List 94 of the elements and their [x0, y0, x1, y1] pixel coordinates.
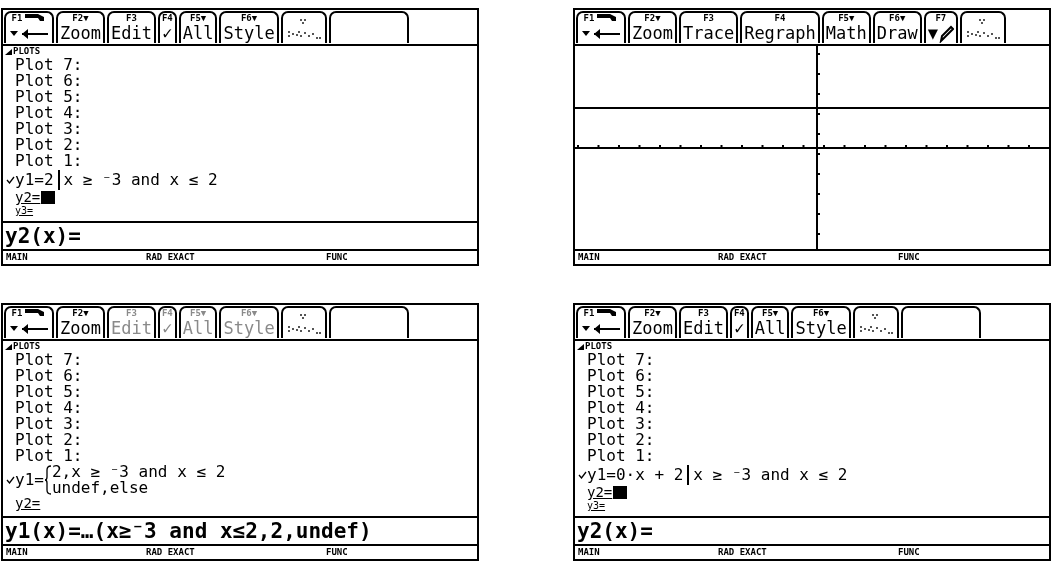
plot-entry[interactable]: Plot 3:: [5, 416, 477, 432]
menu-tab[interactable]: F5▼ Math: [821, 11, 871, 43]
menu-tab[interactable]: F2▼ Zoom: [628, 11, 677, 43]
status-text: MAIN: [578, 546, 601, 559]
empty-tab[interactable]: [328, 11, 409, 43]
empty-tab[interactable]: [328, 306, 409, 338]
status-text: RAD EXACT: [146, 251, 196, 264]
menu-tab[interactable]: F6▼ Draw: [872, 11, 922, 43]
section-heading: PLOTS: [585, 341, 613, 352]
menu-tab[interactable]: F2▼ Zoom: [628, 306, 677, 338]
triangle-icon: [5, 48, 12, 55]
plot-entry[interactable]: Plot 7:: [5, 57, 477, 73]
plot-entry[interactable]: Plot 7:: [577, 352, 1049, 368]
status-text: FUNC: [898, 546, 921, 559]
plot-entry[interactable]: Plot 5:: [5, 384, 477, 400]
tools-tab[interactable]: F1: [576, 11, 626, 43]
function-condition: x ≥ ⁻3 and x ≤ 2: [63, 169, 218, 190]
dotted-pattern-icon: [964, 17, 1001, 41]
menu-tab[interactable]: F6▼ Style: [791, 306, 851, 338]
down-left-arrow-icon: [580, 28, 622, 40]
function-condition: x ≥ ⁻3 and x ≤ 2: [693, 464, 848, 485]
plot-entry[interactable]: Plot 4:: [5, 105, 477, 121]
function-name[interactable]: y2=: [15, 496, 41, 511]
function-expression: 2: [43, 169, 54, 190]
function-name[interactable]: y2=: [15, 190, 41, 205]
plot-entry[interactable]: Plot 4:: [5, 400, 477, 416]
entry-line[interactable]: y1(x)=…(x≥⁻3 and x≤2,2,undef): [3, 516, 477, 544]
tools-tab[interactable]: F1: [576, 306, 626, 338]
plot-entry[interactable]: Plot 1:: [5, 448, 477, 464]
plot-entry[interactable]: Plot 5:: [5, 89, 477, 105]
tools-tab[interactable]: F1: [4, 306, 54, 338]
plot-entry[interactable]: Plot 6:: [5, 368, 477, 384]
plot-entry[interactable]: Plot 6:: [5, 73, 477, 89]
plot-entry[interactable]: Plot 2:: [577, 432, 1049, 448]
piecewise-case: undef,else: [51, 480, 150, 496]
menu-tab[interactable]: F3 Trace: [678, 11, 739, 43]
menu-tab[interactable]: F5▼ All: [750, 306, 790, 338]
down-left-arrow-icon: [8, 323, 50, 335]
pencil-icon: [937, 24, 954, 43]
plot-entry[interactable]: Plot 3:: [577, 416, 1049, 432]
plot-entry[interactable]: Plot 7:: [5, 352, 477, 368]
menu-tab[interactable]: F3 Edit: [106, 11, 156, 43]
draw-tool-tab[interactable]: F7 ▼: [923, 11, 958, 43]
function-name[interactable]: y1=: [15, 470, 44, 490]
plot-entry[interactable]: Plot 5:: [577, 384, 1049, 400]
menu-tab[interactable]: F3 Edit: [678, 306, 728, 338]
curly-brace-icon: [43, 465, 52, 495]
menu-tab[interactable]: F6▼ Style: [219, 11, 279, 43]
function-name[interactable]: y3=: [15, 205, 34, 216]
section-heading: PLOTS: [13, 341, 41, 352]
status-text: FUNC: [326, 251, 349, 264]
dotted-pattern-icon: [285, 17, 322, 41]
entry-line[interactable]: y2(x)=: [3, 221, 477, 249]
plot-entry[interactable]: Plot 1:: [5, 153, 477, 169]
function-expression: 0·x + 2: [615, 464, 684, 485]
function-name[interactable]: y1=: [587, 464, 616, 485]
plot-entry[interactable]: Plot 3:: [5, 121, 477, 137]
piecewise-case: 2,x ≥ ⁻3 and x ≤ 2: [51, 464, 226, 480]
down-left-arrow-icon: [580, 323, 622, 335]
status-text: FUNC: [326, 546, 349, 559]
function-name[interactable]: y2=: [587, 485, 613, 500]
status-text: MAIN: [6, 546, 29, 559]
status-text: RAD EXACT: [718, 251, 768, 264]
dotted-pattern-icon: [285, 312, 322, 336]
hammer-icon: [24, 13, 47, 22]
function-name[interactable]: y1=: [15, 169, 44, 190]
dotted-pattern-icon: [857, 312, 894, 336]
status-text: RAD EXACT: [718, 546, 768, 559]
menu-tab[interactable]: F4 ✓: [157, 11, 177, 43]
menu-tab[interactable]: F5▼ All: [178, 11, 218, 43]
menu-tab[interactable]: F2▼ Zoom: [56, 306, 105, 338]
triangle-icon: [5, 343, 12, 350]
triangle-icon: [577, 343, 584, 350]
plot-entry[interactable]: Plot 1:: [577, 448, 1049, 464]
hammer-icon: [24, 308, 47, 317]
empty-tab[interactable]: [900, 306, 981, 338]
status-text: MAIN: [578, 251, 601, 264]
tools-tab[interactable]: F1: [4, 11, 54, 43]
menu-tab[interactable]: F4 ✓: [729, 306, 749, 338]
section-heading: PLOTS: [13, 46, 41, 57]
hammer-icon: [596, 308, 619, 317]
menu-tab[interactable]: F4 Regraph: [740, 11, 820, 43]
hammer-icon: [596, 13, 619, 22]
status-text: FUNC: [898, 251, 921, 264]
down-left-arrow-icon: [8, 28, 50, 40]
entry-line[interactable]: y2(x)=: [575, 516, 1049, 544]
plot-entry[interactable]: Plot 2:: [5, 432, 477, 448]
function-name[interactable]: y3=: [587, 500, 606, 511]
plot-entry[interactable]: Plot 2:: [5, 137, 477, 153]
status-text: RAD EXACT: [146, 546, 196, 559]
plot-entry[interactable]: Plot 6:: [577, 368, 1049, 384]
plot-entry[interactable]: Plot 4:: [577, 400, 1049, 416]
status-text: MAIN: [6, 251, 29, 264]
menu-tab[interactable]: F2▼ Zoom: [56, 11, 105, 43]
